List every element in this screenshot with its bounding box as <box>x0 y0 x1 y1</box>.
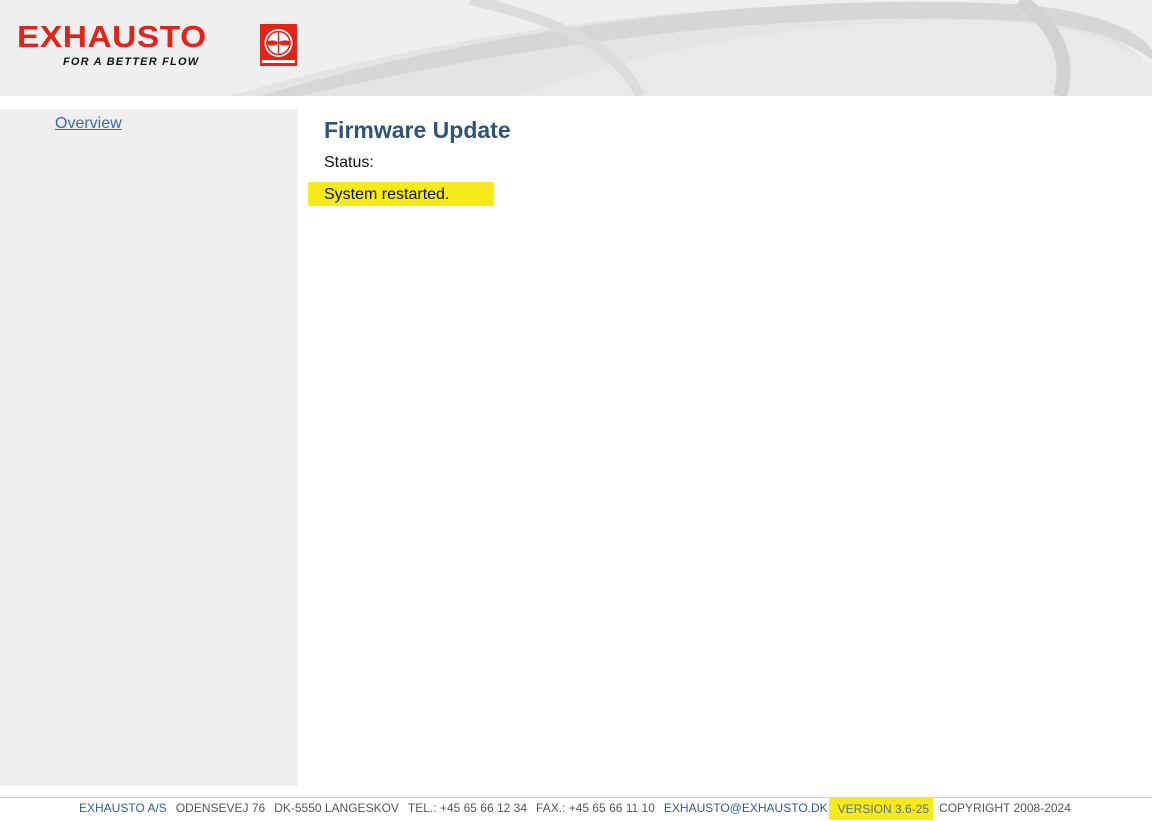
status-message: System restarted. <box>308 182 494 206</box>
main-content: Firmware Update Status: System restarted… <box>298 109 1152 786</box>
footer-copyright: COPYRIGHT 2008-2024 <box>939 801 1071 815</box>
footer-email-link[interactable]: EXHAUSTO@EXHAUSTO.DK <box>664 799 828 817</box>
logo-wordmark: EXHAUSTO <box>17 19 207 54</box>
footer-divider <box>0 797 1152 798</box>
footer: EXHAUSTO A/S ODENSEVEJ 76 DK-5550 LANGES… <box>79 796 1080 820</box>
footer-city: DK-5550 LANGESKOV <box>274 801 399 815</box>
status-label: Status: <box>324 154 374 171</box>
footer-version: VERSION 3.6-25 <box>828 796 934 820</box>
header-banner: EXHAUSTO FOR A BETTER FLOW <box>0 0 1152 96</box>
exhausto-logo: EXHAUSTO FOR A BETTER FLOW <box>17 18 307 74</box>
footer-fax: FAX.: +45 65 66 11 10 <box>536 801 655 815</box>
sidebar-item-overview[interactable]: Overview <box>55 115 122 133</box>
page-title: Firmware Update <box>324 117 511 143</box>
logo-tagline: FOR A BETTER FLOW <box>63 56 200 68</box>
fan-logo-icon <box>260 24 297 66</box>
sidebar: Overview <box>0 109 298 786</box>
footer-address: ODENSEVEJ 76 <box>175 801 266 815</box>
footer-company: EXHAUSTO A/S <box>79 801 167 815</box>
footer-tel: TEL.: +45 65 66 12 34 <box>407 801 528 815</box>
